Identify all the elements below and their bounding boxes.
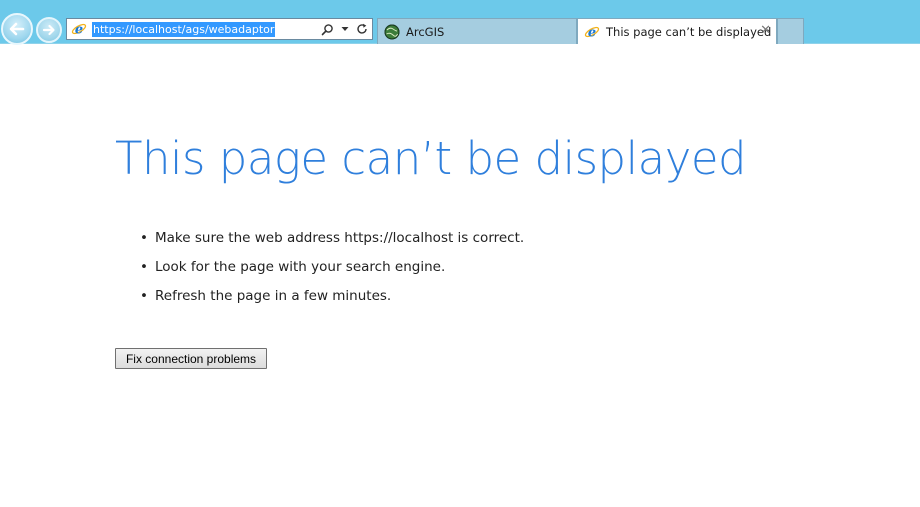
forward-button[interactable] xyxy=(36,17,62,43)
bullet: • xyxy=(140,288,148,304)
refresh-icon[interactable] xyxy=(353,20,370,38)
tab-error-page[interactable]: e This page can’t be displayed ✕ xyxy=(577,18,777,44)
tip-text: Make sure the web address https://localh… xyxy=(155,230,525,246)
close-icon[interactable]: ✕ xyxy=(760,23,771,38)
arcgis-globe-icon xyxy=(383,23,401,41)
svg-text:e: e xyxy=(588,25,596,40)
bullet: • xyxy=(140,230,148,246)
back-arrow-icon xyxy=(7,19,27,39)
dropdown-chevron-icon[interactable] xyxy=(336,20,353,38)
fix-connection-problems-button[interactable]: Fix connection problems xyxy=(115,348,267,369)
address-input[interactable]: https://localhost/ags/webadaptor xyxy=(92,21,276,37)
tab-label: ArcGIS xyxy=(406,24,445,39)
forward-arrow-icon xyxy=(41,22,57,38)
tip-text: Refresh the page in a few minutes. xyxy=(155,288,392,304)
tab-arcgis[interactable]: ArcGIS xyxy=(377,18,577,44)
svg-text:e: e xyxy=(75,22,83,37)
list-item: • Refresh the page in a few minutes. xyxy=(140,286,524,315)
tab-label: This page can’t be displayed xyxy=(606,24,772,39)
page-title: This page can’t be displayed xyxy=(115,132,747,185)
list-item: • Make sure the web address https://loca… xyxy=(140,228,524,257)
new-tab-button[interactable] xyxy=(777,18,804,44)
bullet: • xyxy=(140,259,148,275)
search-icon[interactable] xyxy=(319,20,336,38)
address-bar[interactable]: e https://localhost/ags/webadaptor xyxy=(66,18,373,40)
ie-icon: e xyxy=(69,19,89,39)
list-item: • Look for the page with your search eng… xyxy=(140,257,524,286)
tips-list: • Make sure the web address https://loca… xyxy=(140,228,524,315)
tip-text: Look for the page with your search engin… xyxy=(155,259,446,275)
ie-icon: e xyxy=(583,23,601,41)
back-button[interactable] xyxy=(1,13,33,45)
browser-toolbar: e https://localhost/ags/webadaptor ArcGI… xyxy=(0,0,920,45)
